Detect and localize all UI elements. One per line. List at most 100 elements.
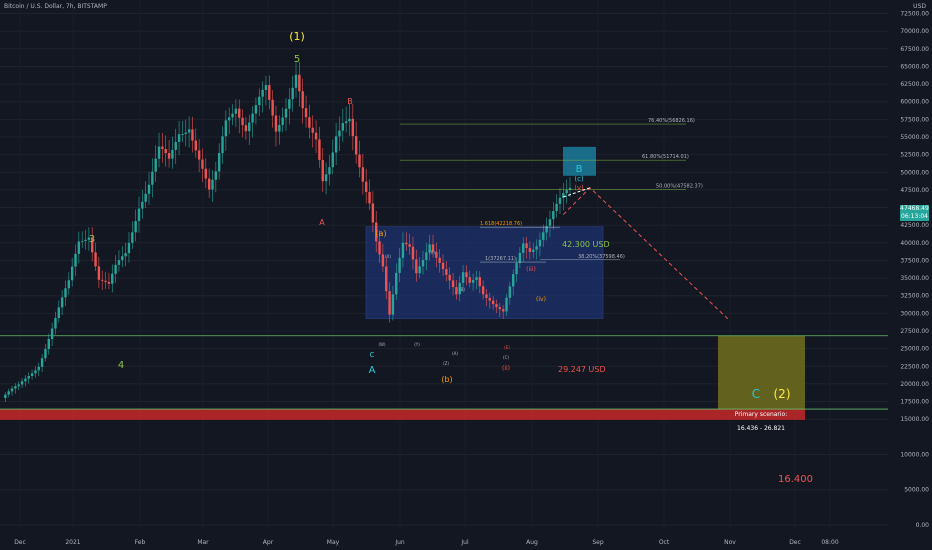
- y-tick-label: 62500.00: [900, 81, 929, 88]
- candle-body: [555, 203, 558, 212]
- wave-label: A: [319, 218, 325, 227]
- wave-label: A: [369, 365, 376, 376]
- candle-body: [381, 254, 385, 267]
- candle-body: [164, 149, 167, 154]
- last-price: 47468.49: [900, 205, 929, 212]
- candle-body: [378, 241, 381, 255]
- candle-body: [311, 127, 314, 133]
- candle-body: [501, 309, 505, 312]
- candle-body: [278, 124, 281, 132]
- candle-body: [177, 134, 181, 142]
- y-tick-label: 50000.00: [900, 169, 929, 176]
- annotation-price-low: 29.247 USD: [558, 365, 606, 374]
- price-axis[interactable]: 0.00 5000.00 10000.00 15000.00 17500.00 20000…: [900, 11, 929, 529]
- candle-body: [368, 191, 371, 204]
- candle-body: [341, 123, 344, 131]
- candle-body: [548, 219, 552, 226]
- fib-level-label: 76.40%(56826.16): [648, 118, 695, 124]
- candle-body: [50, 328, 54, 339]
- fib-level-label: 1.618(42218.76): [480, 221, 522, 227]
- symbol-title[interactable]: Bitcoin / U.S. Dollar, 7h, BITSTAMP: [4, 3, 107, 10]
- wave-label: (C): [503, 355, 509, 360]
- x-tick-label: Dec: [789, 539, 801, 546]
- candle-body: [478, 277, 481, 287]
- candle-body: [127, 242, 131, 254]
- candle-body: [512, 274, 515, 287]
- wave-label: (1): [289, 30, 305, 43]
- candle-body: [508, 286, 512, 298]
- x-tick-label: Apr: [263, 539, 274, 546]
- x-tick-label: Mar: [197, 539, 209, 546]
- candle-body: [241, 117, 244, 126]
- y-tick-label: 65000.00: [900, 63, 929, 70]
- currency-label[interactable]: USD: [913, 3, 926, 10]
- candle-body: [197, 150, 201, 160]
- candle-body: [468, 277, 471, 283]
- y-tick-label: 35000.00: [900, 275, 929, 282]
- candle-body: [465, 272, 468, 278]
- candle-body: [498, 307, 502, 310]
- candle-body: [37, 366, 40, 371]
- x-tick-label: Jun: [394, 539, 405, 546]
- wave-label: 3: [89, 234, 95, 245]
- candle-body: [80, 241, 84, 242]
- candle-body: [107, 281, 111, 284]
- y-tick-label: 25000.00: [900, 346, 929, 353]
- y-tick-label: 17500.00: [900, 399, 929, 406]
- candle-body: [438, 257, 441, 263]
- wave-label: (a): [375, 229, 386, 238]
- candle-body: [131, 232, 134, 243]
- candle-body: [284, 108, 288, 118]
- candle-body: [288, 99, 291, 109]
- candle-body: [111, 273, 114, 284]
- candle-body: [271, 99, 274, 116]
- candle-body: [331, 152, 334, 168]
- candle-body: [248, 122, 251, 132]
- wave-label: (W): [378, 342, 386, 347]
- candle-body: [207, 178, 211, 190]
- candle-body: [364, 181, 368, 192]
- candle-body: [238, 108, 241, 118]
- candle-body: [24, 378, 27, 382]
- candle-body: [137, 208, 141, 222]
- candle-body: [17, 384, 20, 387]
- candle-body: [211, 179, 214, 190]
- y-tick-label: 32500.00: [900, 293, 929, 300]
- candle-body: [354, 136, 358, 155]
- candle-body: [67, 280, 71, 289]
- candle-body: [532, 249, 535, 252]
- candle-body: [30, 373, 34, 376]
- candle-body: [558, 197, 562, 204]
- candle-body: [304, 108, 308, 118]
- x-tick-label: Oct: [659, 539, 670, 546]
- time-axis[interactable]: Dec 2021 Feb Mar Apr May Jun Jul Aug Sep Oct Nov Dec…: [14, 539, 839, 546]
- candle-body: [187, 129, 191, 133]
- candle-body: [451, 280, 455, 288]
- candle-body: [204, 168, 208, 179]
- candle-body: [154, 158, 157, 172]
- candle-body: [298, 74, 301, 92]
- y-tick-label: 67500.00: [900, 46, 929, 53]
- candle-body: [408, 244, 411, 247]
- wave-label: (Y): [414, 342, 420, 347]
- candle-body: [314, 132, 318, 140]
- candle-body: [104, 280, 107, 282]
- candle-body: [291, 87, 294, 100]
- candle-body: [405, 242, 408, 245]
- y-tick-label: 40000.00: [900, 240, 929, 247]
- wave-label: (Z): [443, 361, 449, 366]
- candle-body: [264, 85, 268, 90]
- support-band: [0, 409, 805, 420]
- candle-body: [401, 242, 405, 258]
- wave-label: B: [576, 164, 583, 175]
- candle-body: [505, 297, 508, 312]
- price-chart[interactable]: 76.40%(56826.16) 61.80%(51714.01) 50.00%(4…: [0, 0, 932, 550]
- candle-body: [251, 113, 254, 123]
- candle-body: [318, 139, 321, 161]
- candle-body: [301, 91, 304, 109]
- candle-body: [495, 304, 498, 308]
- candle-body: [234, 108, 238, 114]
- wave-label: (v): [574, 184, 584, 192]
- x-tick-label: Aug: [526, 539, 538, 546]
- candle-body: [134, 221, 137, 233]
